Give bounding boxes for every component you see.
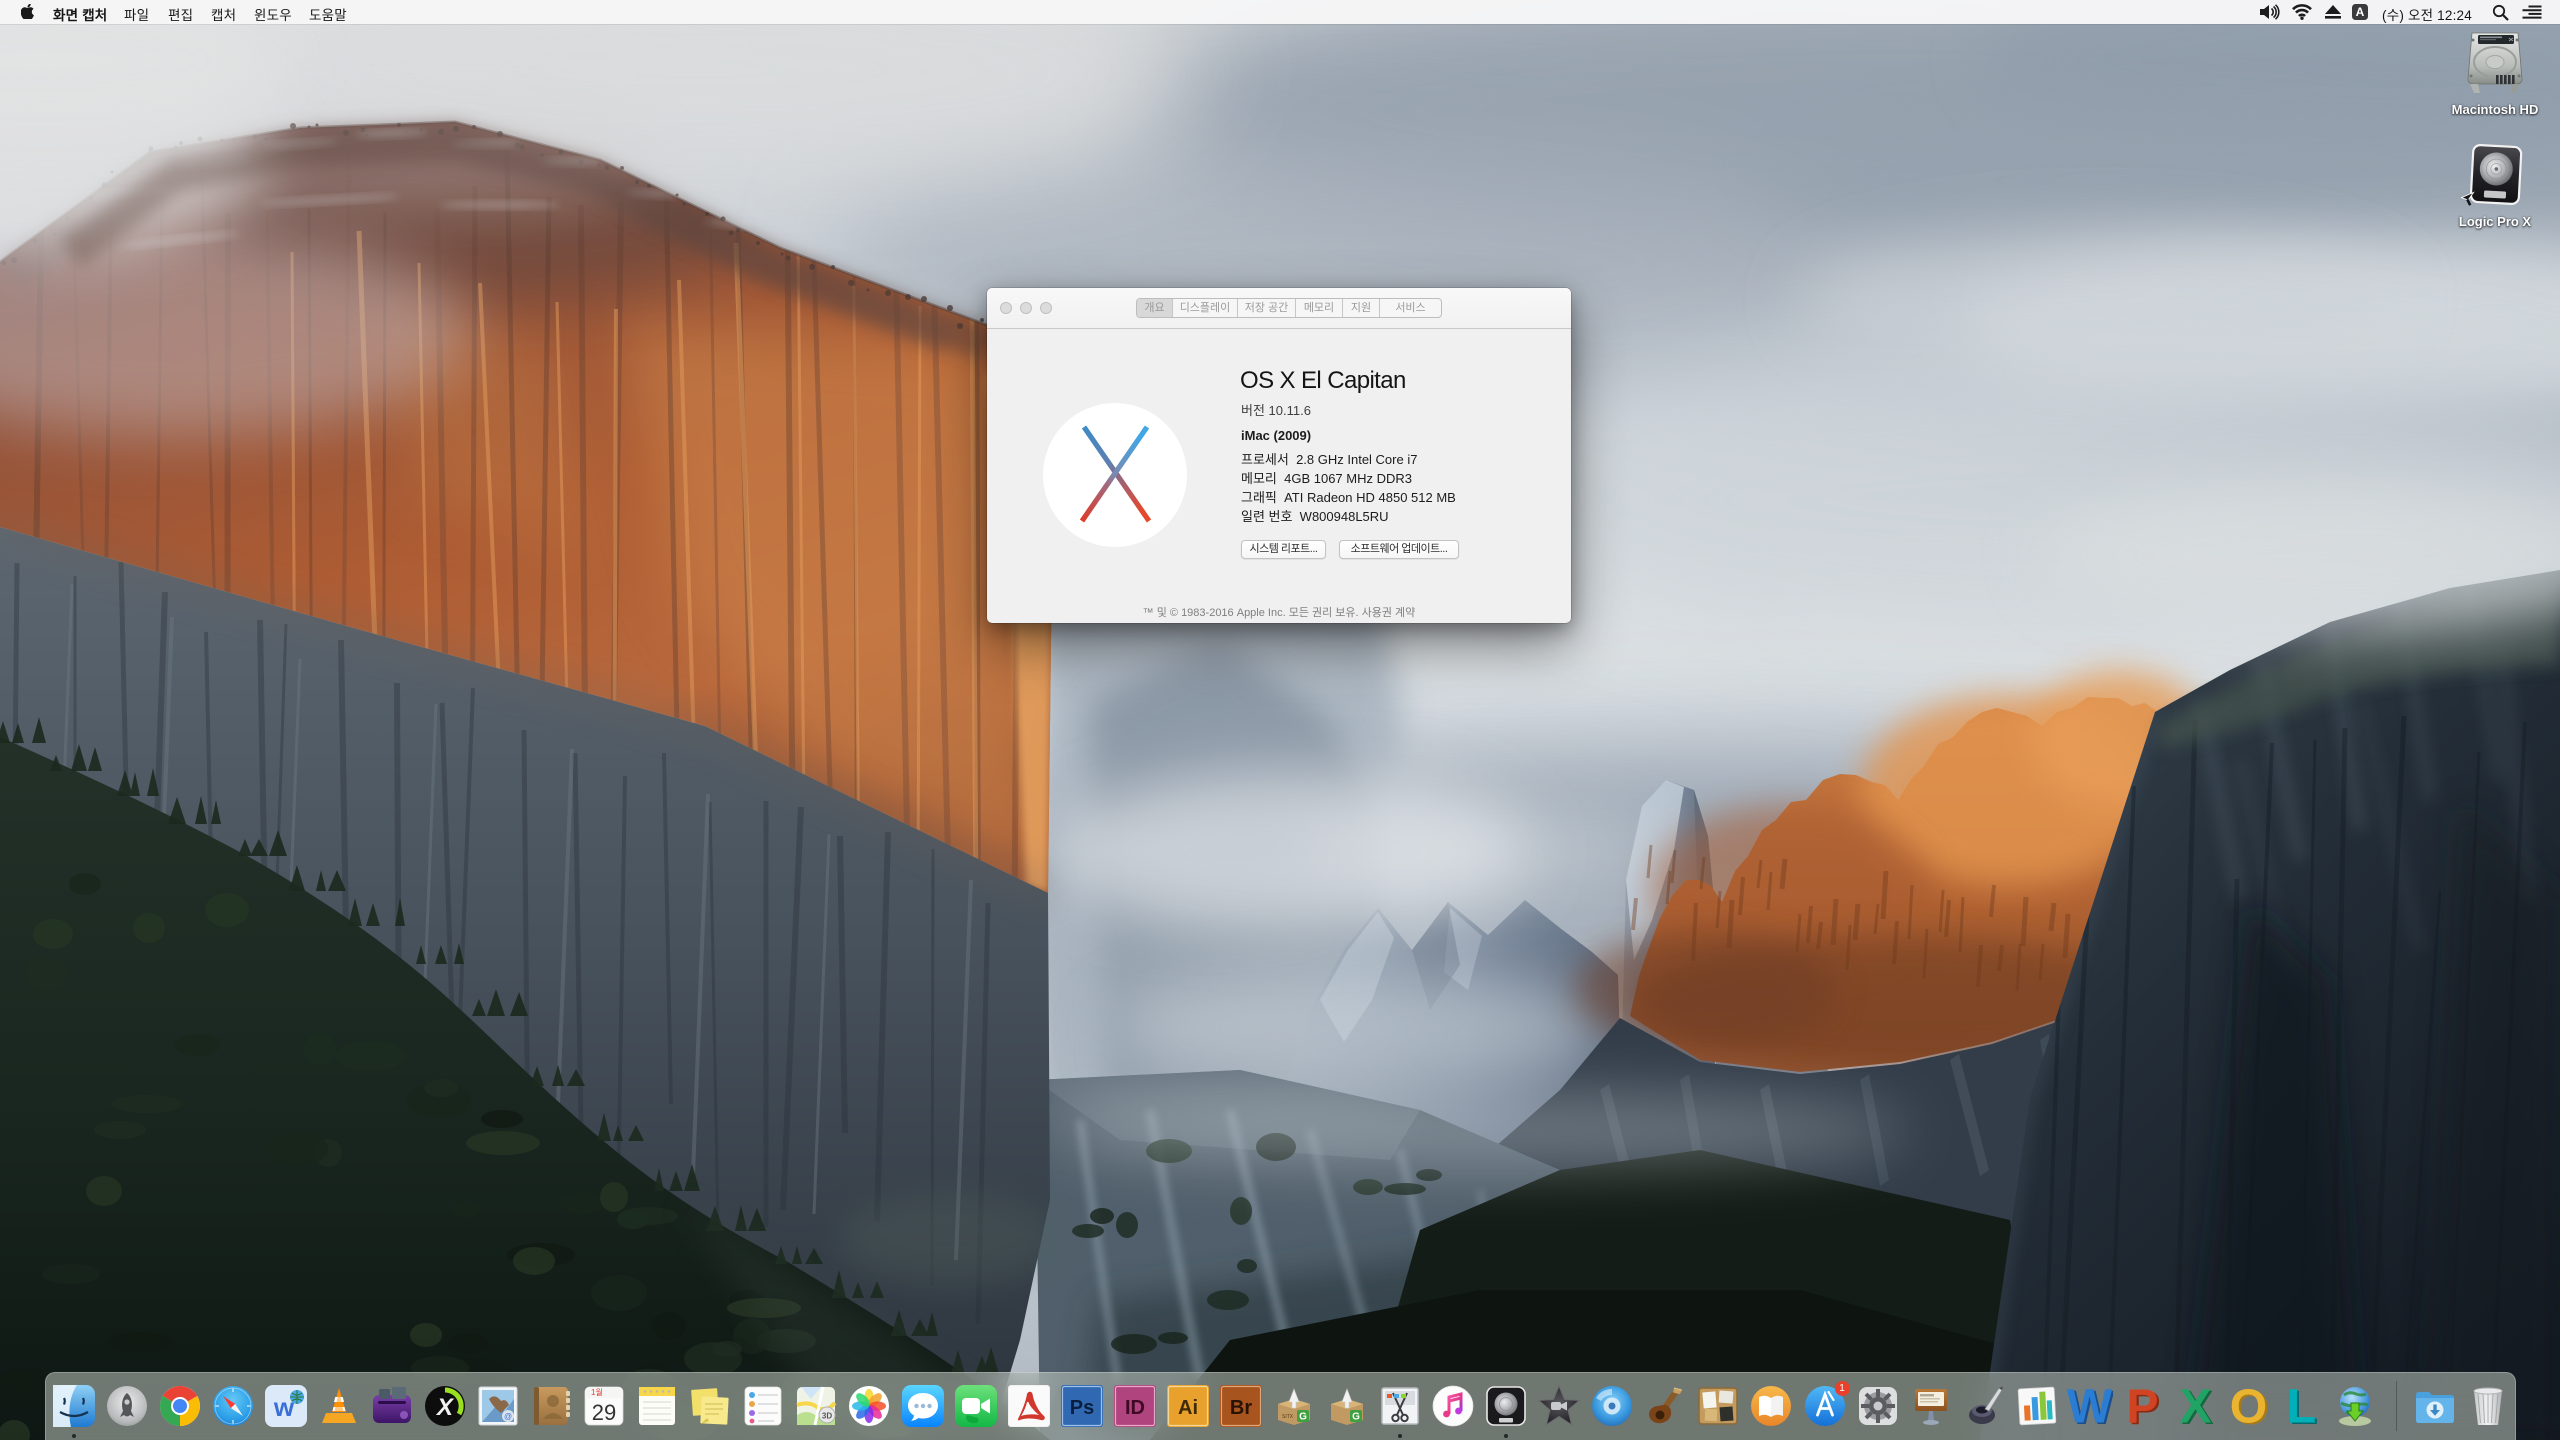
svg-text:X: X (435, 1394, 455, 1421)
svg-text:G: G (1299, 1412, 1307, 1423)
svg-text:Ps: Ps (1069, 1397, 1093, 1419)
svg-text:Ai: Ai (1178, 1397, 1198, 1419)
svg-text:29: 29 (592, 1400, 616, 1425)
svg-text:X: X (2179, 1383, 2211, 1429)
svg-text:P: P (2126, 1383, 2158, 1429)
svg-text:G: G (1352, 1412, 1360, 1423)
svg-text:O: O (2230, 1383, 2267, 1429)
svg-text:W: W (2067, 1383, 2113, 1429)
svg-text:3D: 3D (822, 1412, 832, 1421)
svg-text:L: L (2287, 1383, 2316, 1429)
svg-text:ID: ID (1125, 1397, 1145, 1419)
svg-text:Br: Br (1230, 1397, 1252, 1419)
svg-text:1월: 1월 (591, 1387, 603, 1397)
svg-text:@: @ (504, 1412, 512, 1421)
svg-text:SITX: SITX (1282, 1414, 1294, 1420)
